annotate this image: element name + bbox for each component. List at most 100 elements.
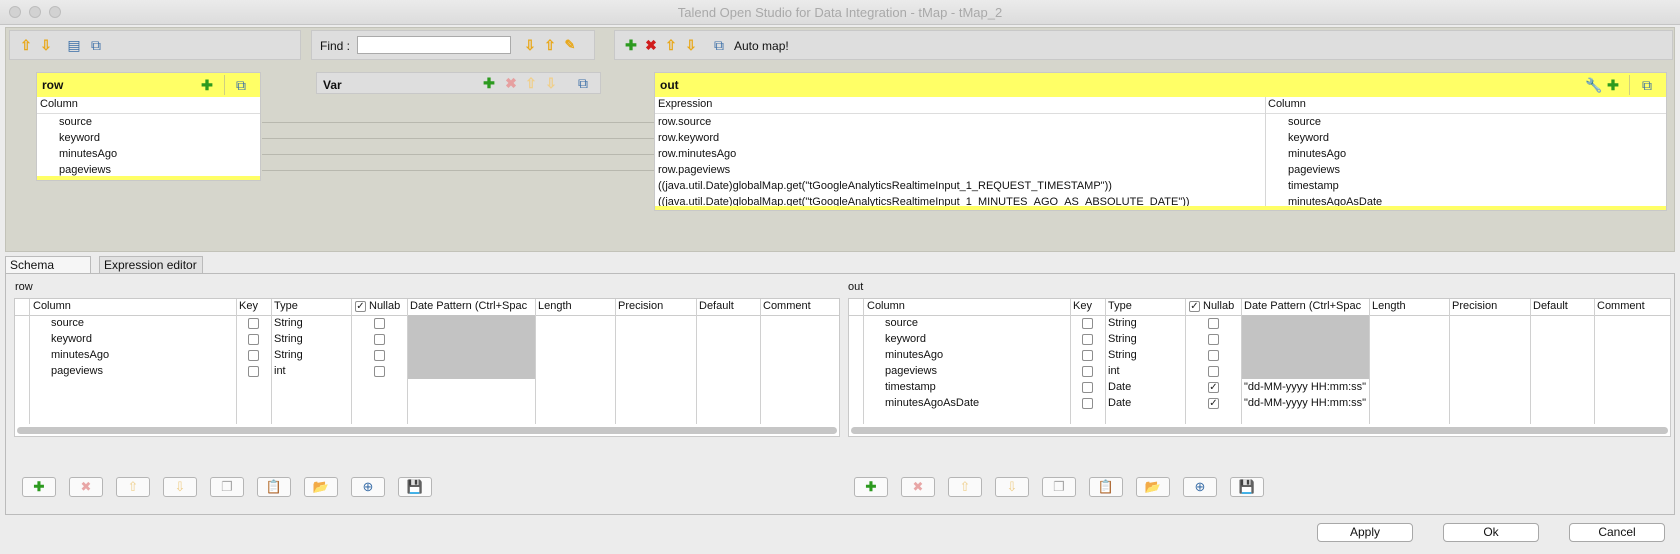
wrench-icon[interactable]: 🔧 [1585,77,1602,93]
minimize-table-icon[interactable]: ⧉ [575,75,591,91]
add-variable-icon[interactable]: ✚ [481,75,497,91]
ok-button[interactable]: Ok [1443,523,1539,542]
add-column-icon[interactable]: ✚ [1605,77,1621,93]
copy-button[interactable]: ❐ [210,477,244,497]
key-checkbox[interactable] [248,366,259,377]
nullable-checkbox[interactable] [1208,334,1219,345]
schema-cell-date-pattern[interactable]: "dd-MM-yyyy HH:mm:ss" [1244,379,1368,395]
add-column-icon[interactable]: ✚ [199,77,215,93]
key-checkbox[interactable] [1082,350,1093,361]
key-checkbox[interactable] [1082,382,1093,393]
auto-map-button[interactable]: Auto map! [734,39,789,53]
copy-button[interactable]: ❐ [1042,477,1076,497]
save-button[interactable]: 💾 [398,477,432,497]
key-checkbox[interactable] [1082,334,1093,345]
horizontal-scrollbar[interactable] [17,427,837,434]
output-expression[interactable]: ((java.util.Date)globalMap.get("tGoogleA… [658,178,1112,194]
output-column[interactable]: keyword [1288,130,1329,146]
schema-cell-type[interactable]: Date [1108,395,1131,411]
schema-cell-date-pattern[interactable]: "dd-MM-yyyy HH:mm:ss" [1244,395,1368,411]
minimize-table-icon[interactable]: ⧉ [1639,77,1655,93]
export-button[interactable]: ⊕ [1183,477,1217,497]
schema-cell-type[interactable]: String [1108,331,1137,347]
key-checkbox[interactable] [1082,366,1093,377]
add-output-icon[interactable]: ✚ [623,37,639,53]
key-checkbox[interactable] [248,334,259,345]
remove-row-button[interactable]: ✖ [901,477,935,497]
schema-cell-type[interactable]: String [274,331,303,347]
key-checkbox[interactable] [248,350,259,361]
move-up-button[interactable]: ⇧ [948,477,982,497]
key-checkbox[interactable] [248,318,259,329]
move-down-icon[interactable]: ⇩ [543,75,559,91]
add-row-button[interactable]: ✚ [854,477,888,497]
move-down-icon[interactable]: ⇩ [38,37,54,53]
input-column-source[interactable]: source [59,114,92,130]
nullable-all-checkbox[interactable]: ✓ [355,301,366,312]
move-down-button[interactable]: ⇩ [163,477,197,497]
add-row-button[interactable]: ✚ [22,477,56,497]
save-button[interactable]: 💾 [1230,477,1264,497]
find-highlight-icon[interactable]: ✎ [562,37,578,53]
nullable-checkbox[interactable] [1208,318,1219,329]
table-properties-icon[interactable]: ▤ [66,37,82,53]
find-previous-icon[interactable]: ⇧ [542,37,558,53]
schema-cell-column[interactable]: minutesAgoAsDate [885,395,979,411]
move-up-icon[interactable]: ⇧ [523,75,539,91]
schema-cell-type[interactable]: int [1108,363,1120,379]
schema-cell-type[interactable]: String [1108,347,1137,363]
schema-cell-column[interactable]: minutesAgo [51,347,109,363]
move-down-icon[interactable]: ⇩ [683,37,699,53]
schema-cell-type[interactable]: String [274,347,303,363]
remove-variable-icon[interactable]: ✖ [503,75,519,91]
schema-cell-type[interactable]: int [274,363,286,379]
schema-cell-column[interactable]: keyword [885,331,926,347]
import-button[interactable]: 📂 [304,477,338,497]
schema-cell-column[interactable]: pageviews [51,363,103,379]
nullable-checkbox[interactable] [374,334,385,345]
output-column[interactable]: source [1288,114,1321,130]
horizontal-scrollbar[interactable] [851,427,1668,434]
schema-cell-type[interactable]: String [1108,315,1137,331]
move-down-button[interactable]: ⇩ [995,477,1029,497]
input-column-keyword[interactable]: keyword [59,130,100,146]
export-button[interactable]: ⊕ [351,477,385,497]
nullable-checkbox[interactable] [1208,350,1219,361]
key-checkbox[interactable] [1082,398,1093,409]
output-expression[interactable]: row.minutesAgo [658,146,736,162]
schema-cell-column[interactable]: pageviews [885,363,937,379]
find-input[interactable] [357,36,511,54]
output-column[interactable]: pageviews [1288,162,1340,178]
schema-cell-column[interactable]: keyword [51,331,92,347]
nullable-all-checkbox[interactable]: ✓ [1189,301,1200,312]
minimize-tables-icon[interactable]: ⧉ [88,37,104,53]
input-column-minutesago[interactable]: minutesAgo [59,146,117,162]
move-up-icon[interactable]: ⇧ [18,37,34,53]
cancel-button[interactable]: Cancel [1569,523,1665,542]
paste-button[interactable]: 📋 [1089,477,1123,497]
remove-output-icon[interactable]: ✖ [643,37,659,53]
output-expression[interactable]: row.pageviews [658,162,730,178]
minimize-table-icon[interactable]: ⧉ [233,77,249,93]
find-next-icon[interactable]: ⇩ [522,37,538,53]
move-up-button[interactable]: ⇧ [116,477,150,497]
schema-cell-type[interactable]: Date [1108,379,1131,395]
remove-row-button[interactable]: ✖ [69,477,103,497]
move-up-icon[interactable]: ⇧ [663,37,679,53]
paste-button[interactable]: 📋 [257,477,291,497]
output-column[interactable]: minutesAgo [1288,146,1346,162]
nullable-checkbox-checked[interactable]: ✓ [1208,382,1219,393]
nullable-checkbox-checked[interactable]: ✓ [1208,398,1219,409]
tab-schema-editor[interactable]: Schema editor [5,256,91,289]
schema-cell-type[interactable]: String [274,315,303,331]
schema-cell-column[interactable]: timestamp [885,379,936,395]
nullable-checkbox[interactable] [374,350,385,361]
output-expression[interactable]: row.keyword [658,130,719,146]
output-expression[interactable]: row.source [658,114,711,130]
nullable-checkbox[interactable] [374,318,385,329]
schema-cell-column[interactable]: source [885,315,918,331]
apply-button[interactable]: Apply [1317,523,1413,542]
tab-expression-editor[interactable]: Expression editor [99,256,203,274]
key-checkbox[interactable] [1082,318,1093,329]
schema-cell-column[interactable]: source [51,315,84,331]
